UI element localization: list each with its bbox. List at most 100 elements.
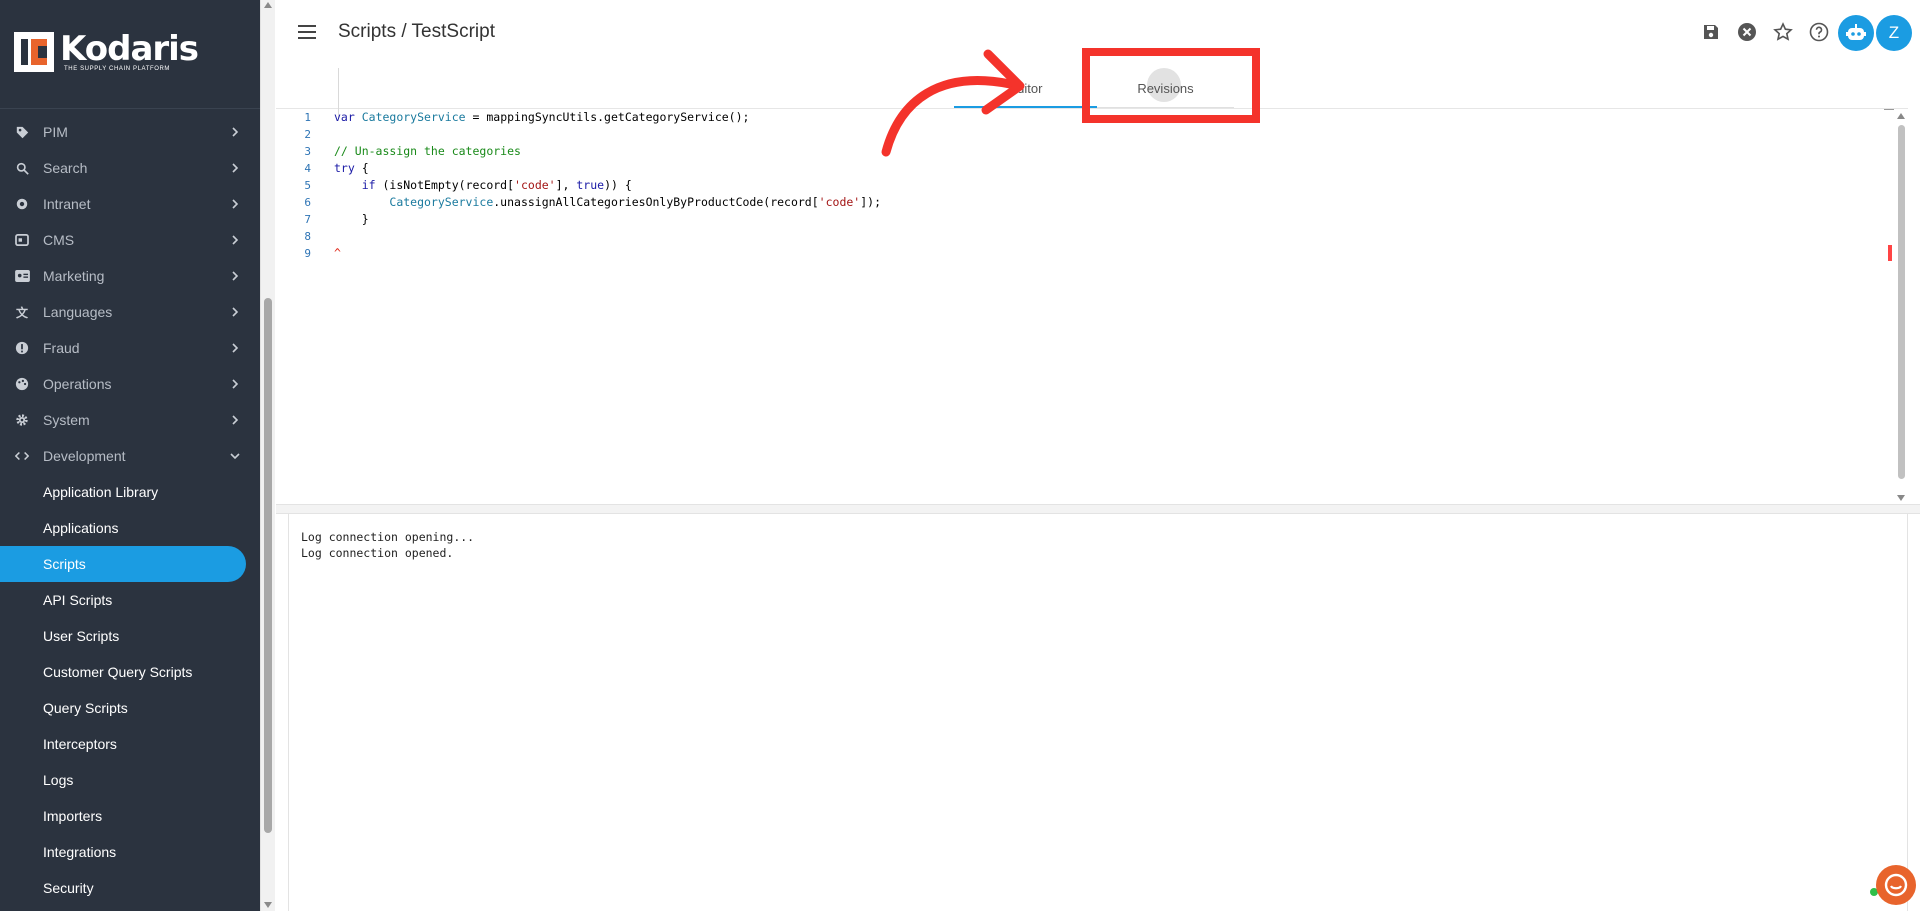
scroll-down-arrow-icon[interactable] bbox=[264, 902, 272, 908]
sidebar-item-label: Search bbox=[43, 160, 88, 176]
code-token: ^ bbox=[334, 246, 341, 260]
annotation-highlight-box bbox=[1082, 48, 1260, 123]
sidebar-item-label: System bbox=[43, 412, 90, 428]
sidebar-subitem-interceptors[interactable]: Interceptors bbox=[0, 726, 260, 762]
scrollbar-thumb[interactable] bbox=[1898, 125, 1905, 479]
sidebar-subitem-logs[interactable]: Logs bbox=[0, 762, 260, 798]
kodaris-logo[interactable]: Kodaris THE SUPPLY CHAIN PLATFORM bbox=[14, 29, 199, 74]
sidebar-subitem-user-scripts[interactable]: User Scripts bbox=[0, 618, 260, 654]
sidebar-item-intranet[interactable]: Intranet bbox=[0, 186, 260, 222]
chevron-right-icon bbox=[232, 343, 239, 353]
translate-icon: 文 bbox=[15, 305, 28, 320]
sidebar-subitem-integrations[interactable]: Integrations bbox=[0, 834, 260, 870]
log-line: Log connection opened. bbox=[301, 546, 454, 560]
alert-icon bbox=[14, 340, 30, 356]
code-token: try bbox=[334, 161, 355, 175]
scroll-up-arrow-icon[interactable] bbox=[264, 2, 272, 8]
code-token: .unassignAllCategoriesOnlyByProductCode(… bbox=[493, 195, 819, 209]
code-line: try { bbox=[334, 160, 369, 177]
sidebar-item-development[interactable]: Development bbox=[0, 438, 260, 474]
sidebar-item-operations[interactable]: Operations bbox=[0, 366, 260, 402]
annotation-arrow-icon bbox=[881, 49, 1025, 157]
line-number: 8 bbox=[304, 230, 311, 243]
sidebar-item-label: Marketing bbox=[43, 268, 105, 284]
scroll-down-arrow-icon[interactable] bbox=[1897, 495, 1905, 501]
code-token: CategoryService bbox=[361, 110, 466, 124]
sidebar-item-cms[interactable]: CMS bbox=[0, 222, 260, 258]
chevron-right-icon bbox=[232, 163, 239, 173]
star-icon[interactable] bbox=[1768, 17, 1798, 47]
logo-mark-icon bbox=[14, 32, 54, 72]
sidebar-item-label: CMS bbox=[43, 232, 75, 248]
sidebar-item-label: Languages bbox=[43, 304, 113, 320]
scroll-up-arrow-icon[interactable] bbox=[1897, 113, 1905, 119]
close-circle-icon[interactable] bbox=[1732, 17, 1762, 47]
code-token: 'code' bbox=[818, 195, 861, 209]
log-line: Log connection opening... bbox=[301, 530, 475, 544]
log-console: Log connection opening... Log connection… bbox=[288, 514, 1908, 911]
sidebar-subitem-scripts[interactable]: Scripts bbox=[0, 546, 246, 582]
search-icon bbox=[14, 160, 30, 176]
sidebar: Kodaris THE SUPPLY CHAIN PLATFORM PIM Se… bbox=[0, 0, 260, 911]
line-number: 5 bbox=[304, 179, 311, 192]
code-icon bbox=[14, 448, 30, 464]
sidebar-item-system[interactable]: System bbox=[0, 402, 260, 438]
sidebar-subitem-applications[interactable]: Applications bbox=[0, 510, 260, 546]
sidebar-subitem-application-library[interactable]: Application Library bbox=[0, 474, 260, 510]
sidebar-item-marketing[interactable]: Marketing bbox=[0, 258, 260, 294]
code-token: } bbox=[334, 212, 369, 226]
code-token: var bbox=[334, 110, 355, 124]
palette-icon bbox=[14, 376, 30, 392]
sidebar-subitem-importers[interactable]: Importers bbox=[0, 798, 260, 834]
sidebar-subitem-api-scripts[interactable]: API Scripts bbox=[0, 582, 260, 618]
hamburger-menu-icon[interactable] bbox=[297, 22, 317, 42]
logo-text: Kodaris bbox=[60, 29, 199, 69]
sidebar-item-label: PIM bbox=[43, 124, 68, 140]
code-editor[interactable]: 1 2 3 4 5 6 7 8 9 var CategoryService = mappingS… bbox=[276, 68, 1908, 505]
code-token: if bbox=[361, 178, 376, 192]
code-line: CategoryService.unassignAllCategoriesOnl… bbox=[334, 194, 881, 211]
sidebar-item-pim[interactable]: PIM bbox=[0, 114, 260, 150]
sidebar-divider bbox=[0, 108, 260, 109]
code-line: var CategoryService = mappingSyncUtils.g… bbox=[334, 109, 749, 126]
app: Kodaris THE SUPPLY CHAIN PLATFORM PIM Se… bbox=[0, 0, 1920, 911]
logo-tagline: THE SUPPLY CHAIN PLATFORM bbox=[64, 66, 171, 72]
line-number: 1 bbox=[304, 111, 311, 124]
line-number: 2 bbox=[304, 128, 311, 141]
line-number: 9 bbox=[304, 247, 311, 260]
chevron-right-icon bbox=[232, 415, 239, 425]
sidebar-scrollbar[interactable] bbox=[260, 0, 275, 911]
sidebar-item-languages[interactable]: 文 Languages bbox=[0, 294, 260, 330]
gear-icon bbox=[14, 412, 30, 428]
chevron-down-icon bbox=[230, 453, 240, 460]
sidebar-item-search[interactable]: Search bbox=[0, 150, 260, 186]
sidebar-item-fraud[interactable]: Fraud bbox=[0, 330, 260, 366]
line-number-gutter: 1 2 3 4 5 6 7 8 9 bbox=[276, 109, 318, 505]
robot-icon[interactable] bbox=[1838, 15, 1874, 51]
line-number: 4 bbox=[304, 162, 311, 175]
megaphone-icon bbox=[14, 268, 30, 284]
editor-scrollbar[interactable] bbox=[1888, 109, 1908, 505]
sidebar-item-label: Development bbox=[43, 448, 126, 464]
code-token: ]); bbox=[860, 195, 881, 209]
help-icon[interactable] bbox=[1804, 17, 1834, 47]
sidebar-subitem-security[interactable]: Security bbox=[0, 870, 260, 906]
sidebar-subitem-query-scripts[interactable]: Query Scripts bbox=[0, 690, 260, 726]
code-line: } bbox=[334, 211, 369, 228]
tag-icon bbox=[14, 124, 30, 140]
avatar[interactable]: Z bbox=[1876, 15, 1912, 51]
line-number: 3 bbox=[304, 145, 311, 158]
scrollbar-thumb[interactable] bbox=[264, 298, 272, 833]
chat-support-icon[interactable] bbox=[1876, 865, 1916, 905]
save-icon[interactable] bbox=[1696, 17, 1726, 47]
code-token: 'code' bbox=[514, 178, 556, 192]
panel-splitter[interactable] bbox=[276, 504, 1920, 514]
chevron-right-icon bbox=[232, 271, 239, 281]
sidebar-item-label: Intranet bbox=[43, 196, 91, 212]
chevron-right-icon bbox=[232, 199, 239, 209]
error-marker bbox=[1888, 245, 1892, 261]
sidebar-subitem-customer-query-scripts[interactable]: Customer Query Scripts bbox=[0, 654, 260, 690]
code-token: { bbox=[354, 161, 369, 175]
